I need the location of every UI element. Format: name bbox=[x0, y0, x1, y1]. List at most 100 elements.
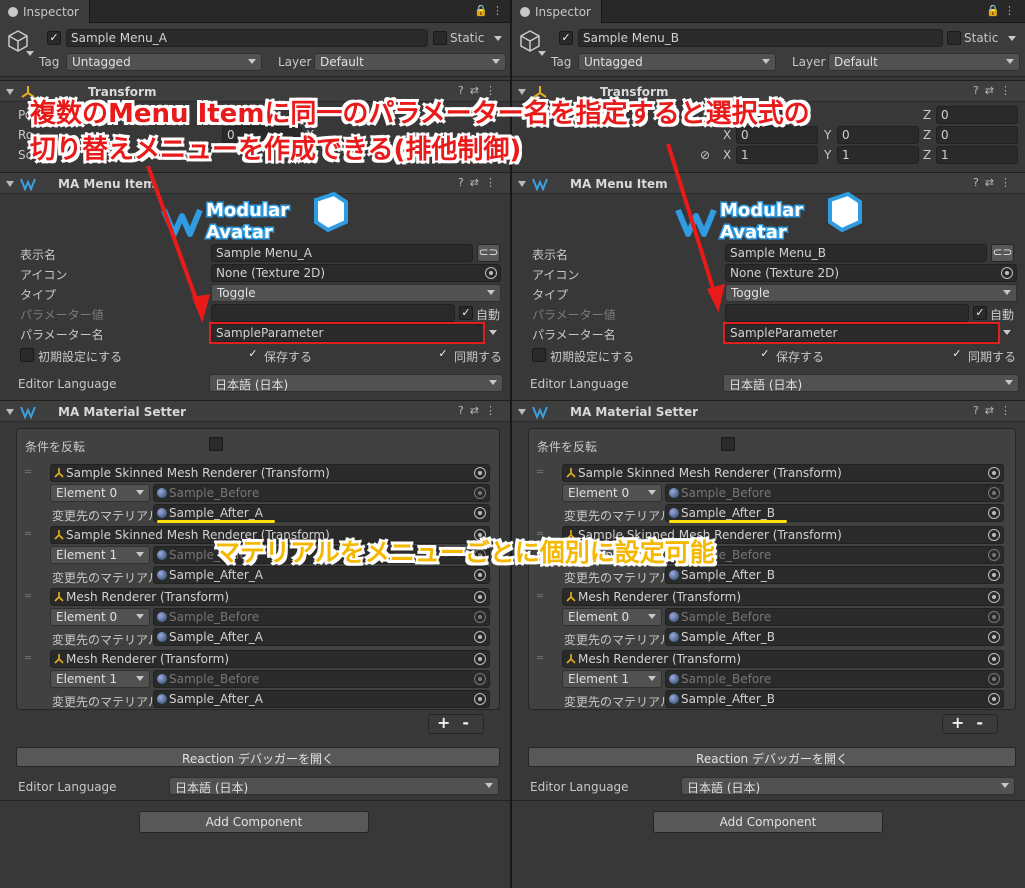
auto-checkbox[interactable]: ✓ bbox=[459, 306, 473, 320]
object-picker-icon[interactable] bbox=[988, 507, 1000, 519]
object-picker-icon[interactable] bbox=[988, 611, 1000, 623]
after-material-field[interactable]: Sample_After_B bbox=[665, 690, 1004, 708]
remove-element-button[interactable]: - bbox=[976, 713, 995, 732]
renderer-field[interactable]: Mesh Renderer (Transform) bbox=[50, 588, 490, 606]
icon-dropdown-icon[interactable] bbox=[26, 51, 34, 56]
auto-checkbox[interactable]: ✓ bbox=[973, 306, 987, 320]
param-dropdown-icon[interactable] bbox=[489, 330, 497, 335]
element-dropdown[interactable]: Element 1 bbox=[562, 670, 662, 688]
link-button[interactable]: ⊂⊃ bbox=[991, 244, 1014, 262]
drag-handle-icon[interactable]: ═ bbox=[537, 467, 543, 478]
after-material-field[interactable]: Sample_After_B bbox=[665, 566, 1004, 584]
position-z-field[interactable]: 0 bbox=[936, 106, 1018, 124]
renderer-field[interactable]: Mesh Renderer (Transform) bbox=[50, 650, 490, 668]
fold-arrow-icon[interactable] bbox=[6, 409, 14, 415]
editor-language-dropdown[interactable]: 日本語 (日本) bbox=[723, 374, 1019, 392]
element-dropdown[interactable]: Element 0 bbox=[50, 608, 150, 626]
invert-checkbox[interactable] bbox=[721, 437, 735, 451]
default-checkbox[interactable] bbox=[20, 348, 34, 362]
before-material-field[interactable]: Sample_Before bbox=[665, 670, 1004, 688]
before-material-field[interactable]: Sample_Before bbox=[153, 608, 490, 626]
object-picker-icon[interactable] bbox=[988, 591, 1000, 603]
type-dropdown[interactable]: Toggle bbox=[725, 284, 1017, 302]
more-icon[interactable]: ⋮ bbox=[1004, 4, 1015, 17]
object-picker-icon[interactable] bbox=[988, 653, 1000, 665]
icon-field[interactable]: None (Texture 2D) bbox=[211, 264, 501, 282]
static-checkbox[interactable] bbox=[433, 31, 447, 45]
object-name-input[interactable]: Sample Menu_A bbox=[66, 29, 428, 47]
object-picker-icon[interactable] bbox=[474, 569, 486, 581]
before-material-field[interactable]: Sample_Before bbox=[153, 484, 490, 502]
object-picker-icon[interactable] bbox=[988, 549, 1000, 561]
element-dropdown[interactable]: Element 1 bbox=[50, 670, 150, 688]
add-remove-buttons[interactable]: +- bbox=[942, 714, 998, 734]
element-dropdown[interactable]: Element 0 bbox=[562, 484, 662, 502]
element-dropdown[interactable]: Element 0 bbox=[50, 484, 150, 502]
link-button[interactable]: ⊂⊃ bbox=[477, 244, 500, 262]
component-header-icons[interactable]: ?⇄⋮ bbox=[458, 404, 502, 417]
type-dropdown[interactable]: Toggle bbox=[211, 284, 501, 302]
reaction-debugger-button[interactable]: Reaction デバッガーを開く bbox=[528, 747, 1016, 767]
static-checkbox[interactable] bbox=[947, 31, 961, 45]
param-value-input[interactable] bbox=[211, 304, 455, 322]
fold-arrow-icon[interactable] bbox=[6, 89, 14, 95]
drag-handle-icon[interactable]: ═ bbox=[25, 529, 31, 540]
active-checkbox[interactable]: ✓ bbox=[559, 31, 573, 45]
element-dropdown[interactable]: Element 0 bbox=[562, 608, 662, 626]
object-picker-icon[interactable] bbox=[988, 693, 1000, 705]
editor-language-dropdown[interactable]: 日本語 (日本) bbox=[681, 777, 1015, 795]
more-icon[interactable]: ⋮ bbox=[492, 4, 503, 17]
material-setter-header[interactable]: MA Material Setter ?⇄⋮ bbox=[0, 400, 510, 422]
menu-item-header[interactable]: MA Menu Item ?⇄⋮ bbox=[512, 172, 1025, 194]
saved-checkbox[interactable]: ✓ bbox=[246, 348, 260, 362]
remove-element-button[interactable]: - bbox=[462, 713, 481, 732]
object-picker-icon[interactable] bbox=[988, 569, 1000, 581]
reaction-debugger-button[interactable]: Reaction デバッガーを開く bbox=[16, 747, 500, 767]
object-picker-icon[interactable] bbox=[474, 487, 486, 499]
drag-handle-icon[interactable]: ═ bbox=[537, 591, 543, 602]
object-picker-icon[interactable] bbox=[474, 673, 486, 685]
component-header-icons[interactable]: ?⇄⋮ bbox=[973, 404, 1017, 417]
component-header-icons[interactable]: ?⇄⋮ bbox=[973, 176, 1017, 189]
invert-checkbox[interactable] bbox=[209, 437, 223, 451]
fold-arrow-icon[interactable] bbox=[518, 89, 526, 95]
static-dropdown-icon[interactable] bbox=[1008, 36, 1016, 41]
fold-arrow-icon[interactable] bbox=[518, 409, 526, 415]
drag-handle-icon[interactable]: ═ bbox=[25, 591, 31, 602]
object-picker-icon[interactable] bbox=[1001, 267, 1013, 279]
element-dropdown[interactable]: Element 1 bbox=[50, 546, 150, 564]
layer-dropdown[interactable]: Default bbox=[828, 53, 1020, 71]
object-picker-icon[interactable] bbox=[474, 467, 486, 479]
tab-inspector[interactable]: Inspector bbox=[0, 0, 90, 23]
material-setter-header[interactable]: MA Material Setter ?⇄⋮ bbox=[512, 400, 1025, 422]
rotation-y-field[interactable]: 0 bbox=[837, 126, 919, 144]
synced-checkbox[interactable]: ✓ bbox=[950, 348, 964, 362]
lock-icon[interactable]: 🔒 bbox=[474, 4, 488, 17]
add-element-button[interactable]: + bbox=[951, 713, 976, 732]
synced-checkbox[interactable]: ✓ bbox=[436, 348, 450, 362]
object-picker-icon[interactable] bbox=[988, 631, 1000, 643]
display-name-input[interactable]: Sample Menu_B bbox=[725, 244, 987, 262]
fold-arrow-icon[interactable] bbox=[518, 181, 526, 187]
tab-inspector[interactable]: Inspector bbox=[512, 0, 602, 23]
before-material-field[interactable]: Sample_Before bbox=[665, 546, 1004, 564]
before-material-field[interactable]: Sample_Before bbox=[665, 484, 1004, 502]
scale-z-field[interactable]: 1 bbox=[936, 146, 1018, 164]
renderer-field[interactable]: Mesh Renderer (Transform) bbox=[562, 588, 1004, 606]
static-dropdown-icon[interactable] bbox=[494, 36, 502, 41]
object-picker-icon[interactable] bbox=[474, 653, 486, 665]
drag-handle-icon[interactable]: ═ bbox=[25, 653, 31, 664]
component-header-icons[interactable]: ?⇄⋮ bbox=[458, 176, 502, 189]
tag-dropdown[interactable]: Untagged bbox=[66, 53, 262, 71]
component-header-icons[interactable]: ?⇄⋮ bbox=[973, 84, 1017, 97]
add-remove-buttons[interactable]: +- bbox=[428, 714, 484, 734]
layer-dropdown[interactable]: Default bbox=[314, 53, 506, 71]
object-picker-icon[interactable] bbox=[988, 529, 1000, 541]
drag-handle-icon[interactable]: ═ bbox=[537, 653, 543, 664]
scale-y-field[interactable]: 1 bbox=[837, 146, 919, 164]
param-dropdown-icon[interactable] bbox=[1003, 330, 1011, 335]
lock-icon[interactable]: 🔒 bbox=[986, 4, 1000, 17]
object-picker-icon[interactable] bbox=[474, 611, 486, 623]
before-material-field[interactable]: Sample_Before bbox=[665, 608, 1004, 626]
renderer-field[interactable]: Sample Skinned Mesh Renderer (Transform) bbox=[562, 464, 1004, 482]
